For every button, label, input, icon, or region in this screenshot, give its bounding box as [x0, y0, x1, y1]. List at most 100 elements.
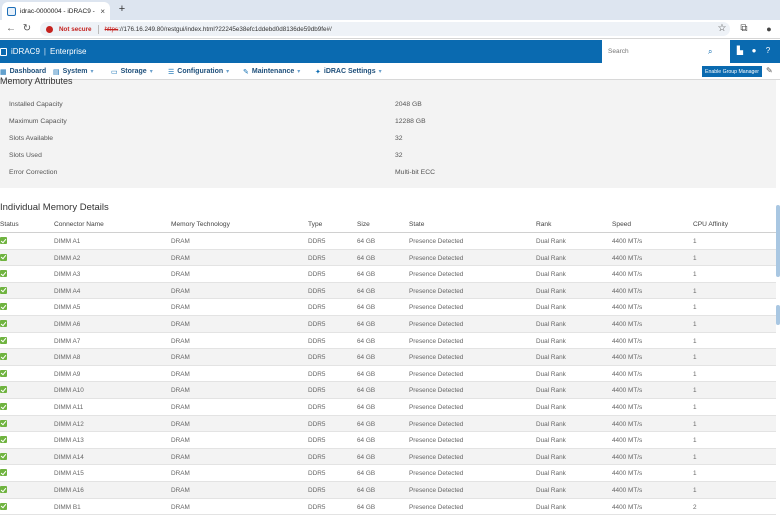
- help-icon[interactable]: ?: [762, 45, 774, 57]
- speed-cell: 4400 MT/s: [612, 337, 643, 345]
- address-bar[interactable]: Not secure https://176.16.249.80/restgui…: [40, 22, 730, 36]
- speed-cell: 4400 MT/s: [612, 453, 643, 461]
- memory-table-header: Status Connector Name Memory Technology …: [0, 217, 776, 233]
- type-cell: DDR5: [308, 437, 326, 445]
- scrollbar-thumb[interactable]: [776, 205, 780, 277]
- connector-name-cell: DIMM A14: [54, 453, 84, 461]
- extensions-icon[interactable]: ⧉: [738, 22, 750, 36]
- connector-name-cell: DIMM A15: [54, 470, 84, 478]
- brand: iDRAC9 | Enterprise: [0, 40, 86, 63]
- browser-toolbar: ← ↻ Not secure https://176.16.249.80/res…: [0, 20, 780, 39]
- search-input[interactable]: [608, 48, 708, 55]
- size-cell: 64 GB: [357, 238, 376, 245]
- type-cell: DDR5: [308, 254, 326, 262]
- check-icon: [0, 469, 7, 477]
- nav-configuration[interactable]: ☰ Configuration ▾: [168, 63, 229, 80]
- memory-technology-cell: DRAM: [171, 404, 190, 411]
- new-tab-button[interactable]: +: [115, 2, 129, 16]
- nav-idrac-settings[interactable]: ✦ iDRAC Settings ▾: [315, 63, 382, 80]
- server-logo-icon: [0, 47, 7, 56]
- not-secure-icon: [46, 25, 53, 33]
- enable-group-manager-button[interactable]: Enable Group Manager: [702, 66, 762, 77]
- table-row: DIMM A3 DRAM DDR5 64 GB Presence Detected Dua…: [0, 266, 776, 283]
- connector-name-cell: DIMM A10: [54, 387, 84, 395]
- table-row: DIMM A9 DRAM DDR5 64 GB Presence Detected Dua…: [0, 366, 776, 383]
- type-cell: DDR5: [308, 287, 326, 295]
- attribute-row: Installed Capacity 2048 GB: [9, 101, 422, 108]
- browser-tab[interactable]: idrac-0000004 - iDRAC9 - Syste ×: [2, 2, 110, 20]
- group-icon[interactable]: ▙: [734, 45, 746, 57]
- check-icon: [0, 353, 7, 361]
- url-rest: ://176.16.249.80/restgui/index.html?2224…: [118, 25, 332, 33]
- state-cell: Presence Detected: [409, 487, 464, 494]
- size-cell: 64 GB: [357, 420, 376, 428]
- type-cell: DDR5: [308, 354, 326, 362]
- column-header[interactable]: Type: [308, 221, 322, 228]
- cpu-affinity-cell: 1: [693, 354, 697, 362]
- state-cell: Presence Detected: [409, 420, 464, 428]
- memory-technology-cell: DRAM: [171, 287, 190, 295]
- memory-technology-cell: DRAM: [171, 487, 190, 494]
- memory-technology-cell: DRAM: [171, 271, 190, 279]
- rank-cell: Dual Rank: [536, 337, 566, 345]
- dashboard-icon: ▦: [0, 68, 7, 76]
- idrac-favicon-icon: [7, 6, 16, 16]
- speed-cell: 4400 MT/s: [612, 487, 643, 494]
- check-icon: [0, 320, 7, 327]
- table-row: DIMM A7 DRAM DDR5 64 GB Presence Detected Dua…: [0, 333, 776, 350]
- column-header[interactable]: Memory Technology: [171, 221, 230, 228]
- speed-cell: 4400 MT/s: [612, 304, 643, 312]
- memory-technology-cell: DRAM: [171, 254, 190, 262]
- person-icon: ✦: [315, 68, 321, 76]
- check-icon: [0, 419, 7, 427]
- cpu-affinity-cell: 1: [693, 304, 697, 312]
- column-header[interactable]: CPU Affinity: [693, 221, 728, 228]
- connector-name-cell: DIMM B1: [54, 503, 81, 511]
- pin-icon[interactable]: ✎: [766, 66, 773, 75]
- memory-technology-cell: DRAM: [171, 370, 190, 378]
- tab-title: idrac-0000004 - iDRAC9 - Syste: [20, 7, 96, 15]
- column-header[interactable]: Rank: [536, 221, 551, 228]
- url-text[interactable]: https://176.16.249.80/restgui/index.html…: [105, 26, 332, 33]
- state-cell: Presence Detected: [409, 238, 464, 245]
- chevron-down-icon: ▾: [149, 69, 153, 75]
- memory-attributes-panel: Memory Attributes Installed Capacity 204…: [0, 76, 776, 188]
- size-cell: 64 GB: [357, 321, 376, 328]
- column-header[interactable]: State: [409, 221, 424, 228]
- profile-icon[interactable]: ●: [762, 22, 776, 36]
- column-header[interactable]: Connector Name: [54, 221, 104, 228]
- star-icon[interactable]: ☆: [716, 22, 728, 36]
- cpu-affinity-cell: 1: [693, 254, 697, 262]
- size-cell: 64 GB: [357, 404, 376, 411]
- user-icon[interactable]: ●: [748, 45, 760, 57]
- speed-cell: 4400 MT/s: [612, 287, 643, 295]
- tab-close-icon[interactable]: ×: [100, 7, 105, 16]
- memory-technology-cell: DRAM: [171, 354, 190, 362]
- state-cell: Presence Detected: [409, 453, 464, 461]
- storage-icon: ▭: [111, 68, 118, 76]
- cpu-affinity-cell: 1: [693, 387, 697, 395]
- type-cell: DDR5: [308, 271, 326, 279]
- nav-storage[interactable]: ▭ Storage ▾: [111, 63, 153, 80]
- column-header[interactable]: Speed: [612, 221, 631, 228]
- check-icon: [0, 502, 7, 510]
- column-header[interactable]: Status: [0, 221, 19, 228]
- cpu-affinity-cell: 1: [693, 321, 697, 328]
- column-header[interactable]: Size: [357, 221, 370, 228]
- brand-separator: |: [43, 47, 46, 56]
- type-cell: DDR5: [308, 304, 326, 312]
- search-icon[interactable]: ⌕: [708, 47, 712, 57]
- side-panel-handle[interactable]: [776, 305, 780, 325]
- table-row: DIMM A16 DRAM DDR5 64 GB Presence Detected Du…: [0, 482, 776, 499]
- memory-details-title: Individual Memory Details: [0, 202, 109, 213]
- idrac-header: iDRAC9 | Enterprise ⌕ ▙ ● ?: [0, 40, 780, 63]
- cpu-affinity-cell: 1: [693, 470, 697, 478]
- reload-icon[interactable]: ↻: [20, 22, 34, 36]
- size-cell: 64 GB: [357, 453, 376, 461]
- nav-maintenance[interactable]: ✎ Maintenance ▾: [243, 63, 300, 80]
- back-arrow-icon[interactable]: ←: [4, 22, 18, 36]
- type-cell: DDR5: [308, 337, 326, 345]
- not-secure-label[interactable]: Not secure: [59, 26, 92, 33]
- rank-cell: Dual Rank: [536, 404, 566, 411]
- rank-cell: Dual Rank: [536, 254, 566, 262]
